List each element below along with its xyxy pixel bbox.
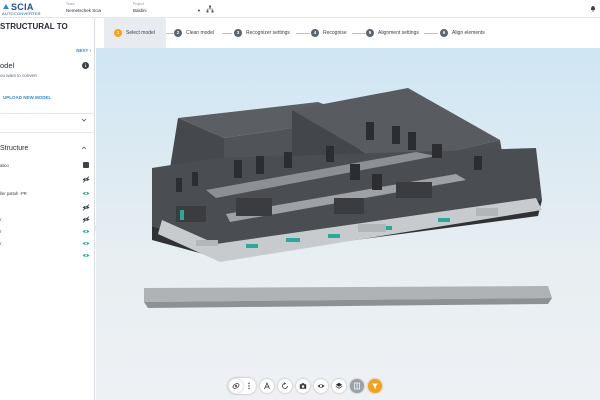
step-number: 5 <box>366 29 374 37</box>
orbit-icon <box>232 383 240 389</box>
layer-name: ller pattuh -PR <box>0 191 27 196</box>
reset-view-button[interactable] <box>278 379 292 393</box>
layers-button[interactable] <box>332 379 346 393</box>
eye-icon <box>317 384 325 388</box>
bell-icon[interactable] <box>590 5 596 12</box>
logo-mark-icon <box>3 4 9 9</box>
divider <box>0 132 94 133</box>
step-number: 1 <box>114 29 122 37</box>
structure-section-label: Structure <box>0 145 29 152</box>
step-recognizer-settings[interactable]: 3 Recognizer settings <box>234 18 304 48</box>
step-select-model[interactable]: 1 Select model <box>104 18 166 48</box>
next-button[interactable]: NEXT › <box>76 48 91 53</box>
upload-new-model-button[interactable]: UPLOAD NEW MODEL <box>3 95 51 100</box>
step-separator <box>222 33 232 34</box>
step-separator <box>424 33 438 34</box>
filter-icon <box>372 383 378 389</box>
layer-row[interactable]: atico <box>0 162 94 171</box>
layer-row[interactable]: r <box>0 240 94 249</box>
eye-off-icon[interactable] <box>82 204 90 211</box>
layer-row[interactable] <box>0 176 94 185</box>
layers-icon <box>335 382 343 389</box>
step-label: Align elements <box>452 30 485 36</box>
workflow-stepper: 1 Select model 2 Clean model 3 Recognize… <box>96 18 600 48</box>
project-value: Baldini <box>133 8 147 13</box>
camera-icon <box>299 383 307 389</box>
step-number: 3 <box>234 29 242 37</box>
step-separator <box>296 33 310 34</box>
step-separator <box>166 33 174 34</box>
eye-off-icon[interactable] <box>82 216 90 223</box>
upload-label: UPLOAD NEW MODEL <box>3 95 52 100</box>
step-number: 2 <box>174 29 182 37</box>
eye-off-icon[interactable] <box>82 176 90 183</box>
layer-name: r <box>0 229 2 234</box>
divider <box>0 113 94 114</box>
layer-row[interactable] <box>0 204 94 213</box>
panel-icon <box>354 382 360 390</box>
step-align-elements[interactable]: 6 Align elements <box>440 18 500 48</box>
square-icon[interactable] <box>83 162 89 168</box>
step-separator <box>352 33 366 34</box>
building-model[interactable] <box>96 48 600 400</box>
project-selector[interactable]: Project Baldini <box>133 2 213 14</box>
layer-name: atico <box>0 163 9 168</box>
layer-name: r <box>0 241 2 246</box>
chevron-down-icon[interactable] <box>81 117 87 123</box>
chevron-right-icon: › <box>89 48 92 53</box>
visibility-button[interactable] <box>314 379 328 393</box>
more-button[interactable] <box>242 379 256 393</box>
sitemap-icon[interactable] <box>206 5 214 13</box>
rotate-icon <box>282 382 288 389</box>
eye-icon[interactable] <box>82 228 90 235</box>
scia-logo[interactable]: SCIA AUTOCONVERTER <box>2 2 52 16</box>
filter-button[interactable] <box>368 379 382 393</box>
layer-row[interactable]: r <box>0 216 94 225</box>
step-number: 6 <box>440 29 448 37</box>
more-vertical-icon <box>248 382 250 390</box>
screenshot-button[interactable] <box>296 379 310 393</box>
step-alignment-settings[interactable]: 5 Alignment settings <box>366 18 430 48</box>
viewer-toolbar <box>228 377 393 395</box>
annotate-button[interactable] <box>260 379 274 393</box>
top-bar: SCIA AUTOCONVERTER Team Nemetschek Scia … <box>0 0 600 18</box>
layer-name: r <box>0 217 2 222</box>
next-label: NEXT <box>76 48 89 53</box>
sidebar-title: STRUCTURAL TO <box>0 22 68 31</box>
step-label: Select model <box>126 30 155 36</box>
step-label: Recognise <box>323 30 347 36</box>
chevron-up-icon[interactable] <box>81 145 87 151</box>
orbit-button[interactable] <box>229 379 243 393</box>
project-dropdown-icon[interactable]: ▼ <box>197 8 201 13</box>
layer-row[interactable]: ller pattuh -PR <box>0 190 94 199</box>
layer-row[interactable] <box>0 252 94 261</box>
step-label: Clean model <box>186 30 215 36</box>
logo-subtitle: AUTOCONVERTER <box>2 11 41 16</box>
text-icon <box>264 382 270 390</box>
sidebar: STRUCTURAL TO NEXT › odel i ou want to c… <box>0 18 97 400</box>
layer-row[interactable]: r <box>0 228 94 237</box>
panel-button[interactable] <box>350 379 364 393</box>
3d-viewport[interactable] <box>96 48 600 400</box>
eye-icon[interactable] <box>82 190 90 197</box>
eye-icon[interactable] <box>82 252 90 259</box>
info-icon[interactable]: i <box>82 62 89 69</box>
step-number: 4 <box>311 29 319 37</box>
model-section-label: odel <box>0 61 15 70</box>
team-value: Nemetschek Scia <box>66 8 102 13</box>
model-hint: ou want to convert <box>0 73 37 78</box>
step-label: Recognizer settings <box>246 30 290 36</box>
step-label: Alignment settings <box>378 30 419 36</box>
team-selector[interactable]: Team Nemetschek Scia <box>66 2 121 14</box>
eye-icon[interactable] <box>82 240 90 247</box>
